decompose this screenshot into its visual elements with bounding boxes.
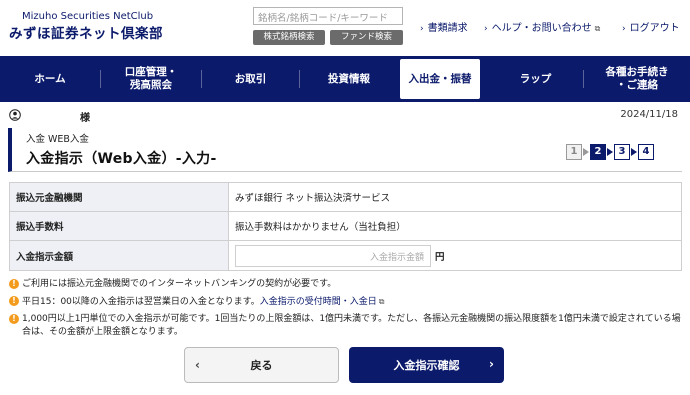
external-window-icon: ⧉: [594, 24, 601, 33]
nav-trade[interactable]: お取引: [202, 56, 299, 102]
brand-logo-en[interactable]: Mizuho Securities NetClub: [22, 11, 153, 22]
stock-search-button[interactable]: 株式銘柄検索: [253, 30, 325, 45]
back-button[interactable]: ‹ 戻る: [184, 347, 339, 383]
breadcrumb: 入金 WEB入金: [26, 134, 89, 145]
chevron-right-icon: ›: [489, 357, 494, 371]
step-4: 4: [638, 144, 654, 160]
nav-procedures-label-1: 各種お手続き: [605, 66, 669, 78]
warning-icon: !: [9, 314, 19, 324]
user-icon: [9, 109, 21, 121]
step-arrow-icon: [631, 148, 637, 156]
nav-account-label-2: 残高照会: [130, 79, 172, 91]
nav-trade-label: お取引: [234, 72, 267, 85]
nav-wrap[interactable]: ラップ: [488, 56, 583, 102]
nav-account[interactable]: 口座管理・ 残高照会: [101, 56, 201, 102]
bank-label: 振込元金融機関: [9, 182, 229, 212]
user-info-row: 様 2024/11/18: [0, 108, 690, 124]
nav-home[interactable]: ホーム: [0, 56, 100, 102]
nav-procedures-label-2: ・ご連絡: [616, 79, 658, 91]
fee-label: 振込手数料: [9, 211, 229, 241]
step-1: 1: [566, 144, 582, 160]
help-contact-link[interactable]: › ヘルプ・お問い合わせ ⧉: [484, 19, 600, 34]
page-title: 入金指示（Web入金）-入力-: [26, 151, 217, 167]
step-arrow-icon: [607, 148, 613, 156]
table-row: 入金指示金額 入金指示金額円: [9, 240, 682, 271]
note-item: ! ご利用には振込元金融機関でのインターネットバンキングの契約が必要です。: [9, 278, 685, 291]
current-date: 2024/11/18: [620, 109, 678, 120]
fund-search-button[interactable]: ファンド検索: [330, 30, 403, 45]
deposit-form-table: 振込元金融機関 みずほ銀行 ネット振込決済サービス 振込手数料 振込手数料はかか…: [9, 182, 682, 271]
user-honorific: 様: [80, 113, 90, 124]
chevron-right-icon: ›: [622, 24, 626, 34]
step-arrow-icon: [583, 148, 589, 156]
chevron-right-icon: ›: [420, 24, 424, 34]
table-row: 振込手数料 振込手数料はかかりません（当社負担）: [9, 211, 682, 241]
logout-label: ログアウト: [629, 23, 680, 34]
nav-home-label: ホーム: [34, 72, 66, 85]
nav-deposit-label: 入出金・振替: [408, 72, 472, 85]
note-internet-banking: ご利用には振込元金融機関でのインターネットバンキングの契約が必要です。: [22, 279, 337, 289]
documents-request-label: 書類請求: [427, 23, 468, 34]
chevron-right-icon: ›: [484, 24, 488, 34]
nav-procedures[interactable]: 各種お手続き ・ご連絡: [584, 56, 690, 102]
brand-logo-jp[interactable]: みずほ証券ネット倶楽部: [9, 22, 163, 42]
logout-link[interactable]: › ログアウト: [622, 19, 680, 34]
warning-icon: !: [9, 296, 19, 306]
external-window-icon: ⧉: [378, 297, 385, 306]
step-2: 2: [590, 144, 606, 160]
keyword-search-input[interactable]: 銘柄名/銘柄コード/キーワード: [253, 7, 403, 25]
confirm-deposit-button[interactable]: 入金指示確認 ›: [349, 347, 504, 383]
amount-cell: 入金指示金額円: [228, 240, 682, 271]
documents-request-link[interactable]: › 書類請求: [420, 19, 468, 34]
note-amount-limit: 1,000円以上1円単位での入金指示が可能です。1回当たりの上限金額は、1億円未…: [22, 314, 681, 337]
note-cutoff: 平日15：00以降の入金指示は翌営業日の入金となります。: [22, 297, 260, 307]
reception-hours-link[interactable]: 入金指示の受付時間・入金日: [260, 297, 377, 307]
nav-account-label-1: 口座管理・: [124, 66, 178, 78]
chevron-left-icon: ‹: [195, 358, 200, 372]
step-3: 3: [614, 144, 630, 160]
fee-value: 振込手数料はかかりません（当社負担）: [228, 211, 682, 241]
notes-section: ! ご利用には振込元金融機関でのインターネットバンキングの契約が必要です。 ! …: [9, 278, 685, 343]
amount-input[interactable]: 入金指示金額: [235, 244, 431, 267]
warning-icon: !: [9, 279, 19, 289]
currency-unit: 円: [435, 251, 445, 263]
bank-value: みずほ銀行 ネット振込決済サービス: [228, 182, 682, 212]
confirm-button-label: 入金指示確認: [393, 359, 460, 372]
note-item: ! 1,000円以上1円単位での入金指示が可能です。1回当たりの上限金額は、1億…: [9, 313, 685, 339]
nav-deposit[interactable]: 入出金・振替: [400, 59, 480, 99]
table-row: 振込元金融機関 みずほ銀行 ネット振込決済サービス: [9, 182, 682, 212]
step-indicator: 1 2 3 4: [566, 144, 654, 160]
nav-invest-info[interactable]: 投資情報: [300, 56, 398, 102]
global-nav: ホーム 口座管理・ 残高照会 お取引 投資情報 入出金・振替 ラップ 各種お手続…: [0, 56, 690, 102]
back-button-label: 戻る: [250, 359, 273, 372]
nav-invest-info-label: 投資情報: [328, 72, 370, 85]
site-header: Mizuho Securities NetClub みずほ証券ネット倶楽部 銘柄…: [0, 0, 690, 55]
help-contact-label: ヘルプ・お問い合わせ: [491, 23, 592, 34]
amount-label: 入金指示金額: [9, 240, 229, 271]
nav-wrap-label: ラップ: [519, 72, 552, 85]
note-item: ! 平日15：00以降の入金指示は翌営業日の入金となります。入金指示の受付時間・…: [9, 295, 685, 309]
